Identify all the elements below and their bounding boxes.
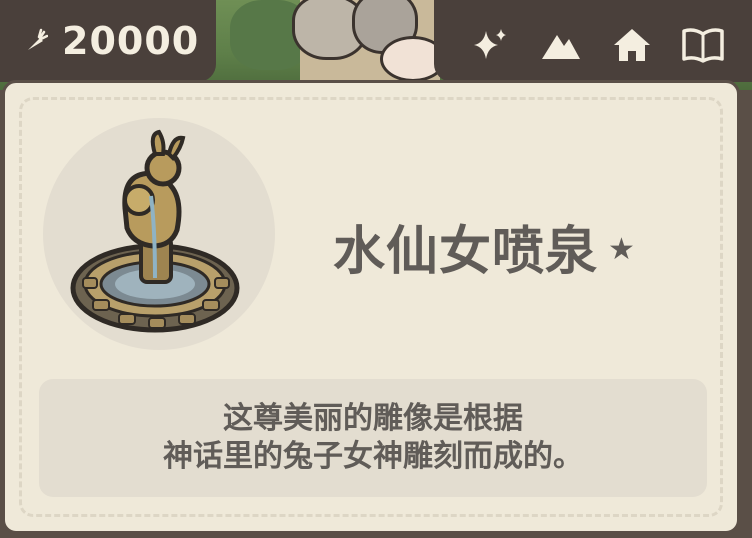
fountain-statue-icon bbox=[70, 129, 240, 333]
toolbar bbox=[434, 0, 752, 82]
book-icon bbox=[681, 28, 724, 63]
item-description: 这尊美丽的雕像是根据 神话里的兔子女神雕刻而成的。 bbox=[39, 379, 707, 497]
book-button[interactable] bbox=[679, 21, 727, 69]
currency-display: 20000 bbox=[0, 0, 216, 82]
item-portrait bbox=[43, 118, 275, 350]
home-icon bbox=[613, 29, 650, 61]
mountain-icon bbox=[541, 35, 580, 59]
description-line: 神话里的兔子女神雕刻而成的。 bbox=[163, 439, 583, 474]
item-title-row: 水仙女喷泉 ★ bbox=[333, 211, 635, 282]
home-button[interactable] bbox=[608, 21, 656, 69]
carrot-icon bbox=[22, 28, 48, 54]
item-name: 水仙女喷泉 bbox=[333, 221, 599, 282]
sparkle-button[interactable] bbox=[466, 21, 514, 69]
currency-amount: 20000 bbox=[62, 19, 200, 63]
map-button[interactable] bbox=[537, 21, 585, 69]
star-icon: ★ bbox=[608, 231, 635, 267]
item-detail-card: 水仙女喷泉 ★ 这尊美丽的雕像是根据 神话里的兔子女神雕刻而成的。 bbox=[2, 80, 740, 534]
description-line: 这尊美丽的雕像是根据 bbox=[223, 401, 523, 436]
sparkle-icon bbox=[473, 29, 506, 59]
